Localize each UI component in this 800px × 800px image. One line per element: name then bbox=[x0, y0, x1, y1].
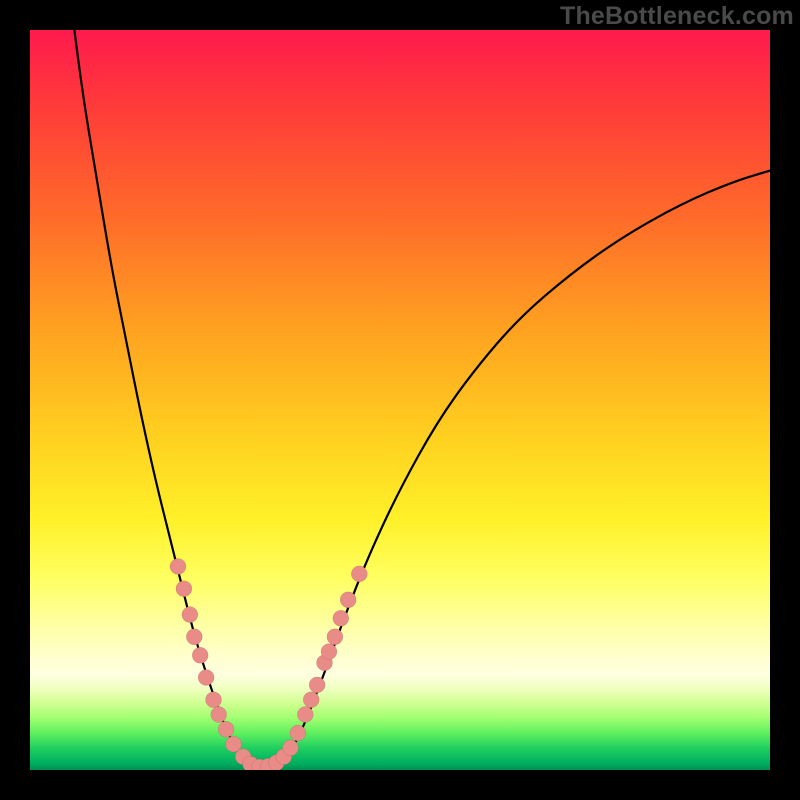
data-point bbox=[198, 670, 214, 686]
data-point bbox=[218, 721, 234, 737]
data-point bbox=[309, 677, 325, 693]
data-point bbox=[211, 707, 227, 723]
data-point bbox=[340, 592, 356, 608]
data-point bbox=[297, 707, 313, 723]
chart-svg bbox=[30, 30, 770, 770]
data-point bbox=[333, 610, 349, 626]
data-point bbox=[182, 607, 198, 623]
data-point bbox=[206, 692, 222, 708]
data-point bbox=[176, 581, 192, 597]
data-point bbox=[170, 559, 186, 575]
marker-group bbox=[170, 559, 367, 771]
data-point bbox=[186, 629, 202, 645]
watermark-text: TheBottleneck.com bbox=[560, 2, 794, 31]
data-point bbox=[351, 566, 367, 582]
data-point bbox=[290, 725, 306, 741]
bottleneck-curve bbox=[74, 30, 770, 767]
data-point bbox=[327, 629, 343, 645]
data-point bbox=[192, 647, 208, 663]
data-point bbox=[282, 740, 298, 756]
chart-area bbox=[30, 30, 770, 770]
data-point bbox=[303, 692, 319, 708]
data-point bbox=[321, 644, 337, 660]
